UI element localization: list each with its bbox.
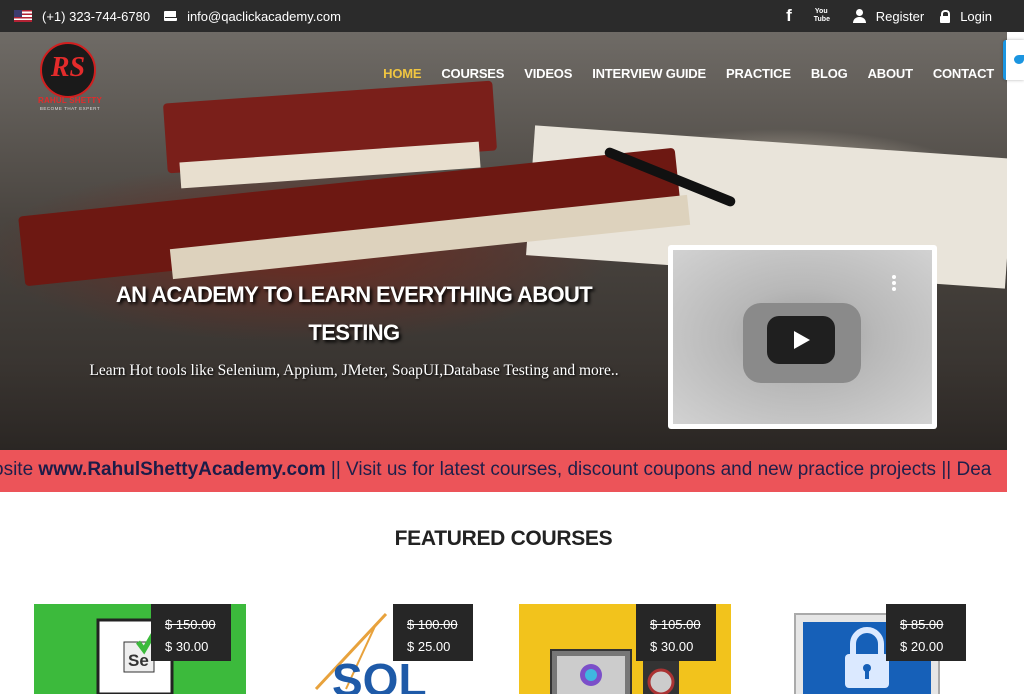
nav-practice[interactable]: PRACTICE [726,66,791,81]
current-price: $ 30.00 [165,639,209,654]
user-icon [852,9,866,23]
top-bar: (+1) 323-744-6780 info@qaclickacademy.co… [0,0,1024,32]
nav-courses[interactable]: COURSES [441,66,504,81]
hero-subtitle: Learn Hot tools like Selenium, Appium, J… [89,362,619,379]
youtube-icon[interactable]: You Tube [814,8,830,24]
logo-tagline: BECOME THAT EXPERT [39,106,101,111]
nav-home[interactable]: HOME [383,66,421,81]
price-badge: $ 100.00 $ 25.00 [393,604,473,661]
nav-blog[interactable]: BLOG [811,66,848,81]
old-price: $ 105.00 [650,617,701,632]
login-link[interactable]: Login [960,9,992,24]
old-price: $ 85.00 [900,617,944,632]
logo-name: RAHUL SHETTY [37,96,103,105]
mail-icon [164,11,178,21]
marquee-rest: || Visit us for latest courses, discount… [325,459,992,480]
old-price: $ 100.00 [407,617,458,632]
price-badge: $ 85.00 $ 20.00 [886,604,966,661]
main-nav: HOME COURSES VIDEOS INTERVIEW GUIDE PRAC… [383,66,994,81]
featured-courses-title: FEATURED COURSES [394,527,613,550]
lock-icon [940,9,951,23]
email-link[interactable]: info@qaclickacademy.com [187,9,341,24]
register-link[interactable]: Register [876,9,924,24]
more-options-icon[interactable] [892,275,896,293]
phone-number[interactable]: (+1) 323-744-6780 [42,9,150,24]
facebook-icon[interactable]: f [786,6,792,26]
logo-mark: RS [50,52,86,83]
svg-text:Se: Se [128,651,149,670]
price-badge: $ 105.00 $ 30.00 [636,604,716,661]
twitter-side-tab[interactable] [1003,40,1024,80]
video-thumbnail [673,250,932,424]
course-card[interactable]: Se $ 150.00 $ 30.00 [34,604,246,694]
course-card[interactable]: $ 105.00 $ 30.00 [519,604,731,694]
us-flag-icon [14,10,32,22]
nav-interview-guide[interactable]: INTERVIEW GUIDE [592,66,706,81]
marquee-link[interactable]: www.RahulShettyAcademy.com [38,459,325,480]
hero-title: AN ACADEMY TO LEARN EVERYTHING ABOUT TES… [115,282,593,345]
nav-videos[interactable]: VIDEOS [524,66,572,81]
current-price: $ 20.00 [900,639,944,654]
current-price: $ 30.00 [650,639,694,654]
marquee-prefix: osite [0,459,34,480]
nav-about[interactable]: ABOUT [868,66,913,81]
nav-contact[interactable]: CONTACT [933,66,994,81]
course-card[interactable]: SQL $ 100.00 $ 25.00 [276,604,488,694]
site-logo[interactable]: RS RAHUL SHETTY BECOME THAT EXPERT [34,42,106,112]
course-card[interactable]: $ 85.00 $ 20.00 [771,604,983,694]
price-badge: $ 150.00 $ 30.00 [151,604,231,661]
video-embed[interactable] [668,245,937,429]
announcement-marquee: osite www.RahulShettyAcademy.com || Visi… [0,450,1007,492]
current-price: $ 25.00 [407,639,451,654]
play-icon[interactable] [767,316,835,364]
old-price: $ 150.00 [165,617,216,632]
